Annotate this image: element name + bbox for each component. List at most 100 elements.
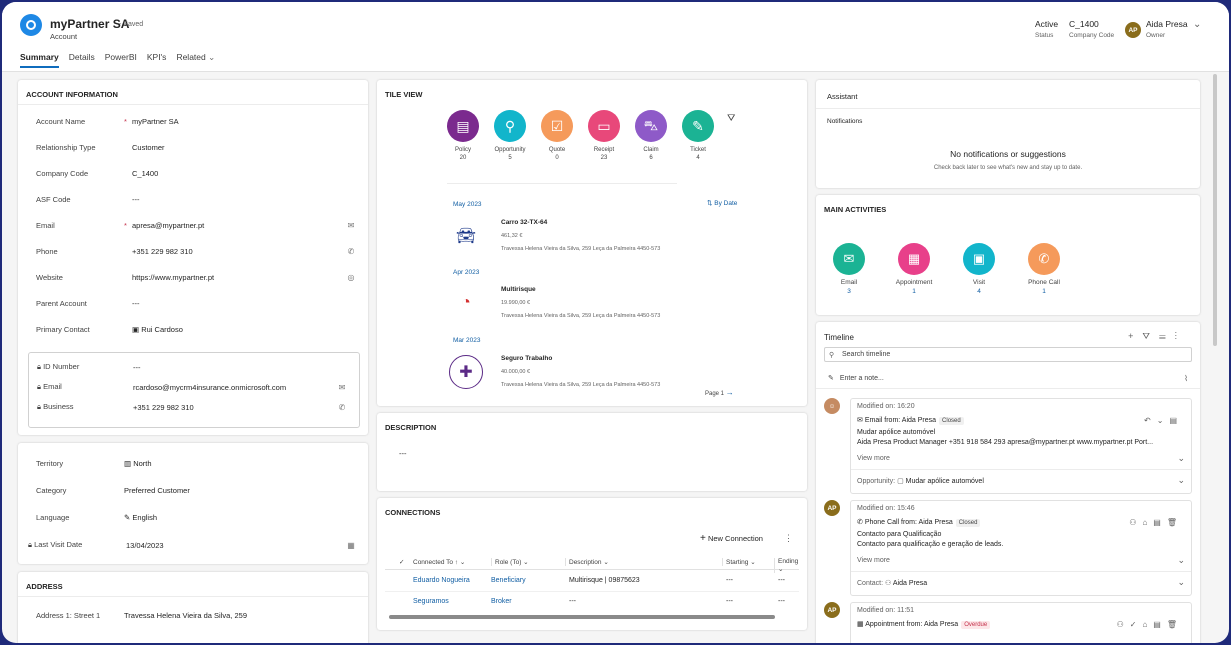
phone-call-icon[interactable]: ✆ xyxy=(335,403,349,412)
delete-icon[interactable]: 🗑︎ xyxy=(1167,620,1183,629)
timeline-entry-appointment[interactable]: AP Modified on: 11:51 ▦ Appointment from… xyxy=(824,602,1192,643)
expand-header-chevron-icon[interactable]: ⌄ xyxy=(1193,19,1201,30)
tab-summary[interactable]: Summary xyxy=(20,52,59,68)
chevron-down-icon[interactable]: ⌄ xyxy=(1177,475,1185,486)
column-connected-to[interactable]: Connected To ↑ ⌄ xyxy=(413,558,465,566)
language-link[interactable]: ✎ English xyxy=(124,513,358,522)
field-value[interactable]: 13/04/2023 xyxy=(126,541,344,550)
timeline-card[interactable]: Modified on: 11:51 ▦ Appointment from: A… xyxy=(850,602,1192,643)
assign-icon[interactable]: ⚇ xyxy=(1117,620,1130,629)
open-record-icon[interactable]: ▤ xyxy=(1153,620,1167,629)
send-email-icon[interactable]: ✉ xyxy=(335,383,349,392)
field-language[interactable]: Language ✎ English xyxy=(36,510,358,524)
activity-appointment[interactable]: ▦ Appointment 1 xyxy=(890,243,938,295)
connected-to-link[interactable]: Seguramos xyxy=(413,598,449,605)
activity-visit[interactable]: ▣ Visit 4 xyxy=(955,243,1003,295)
view-more-link[interactable]: View more xyxy=(857,455,890,462)
field-website[interactable]: Website https://www.mypartner.pt ◎ xyxy=(36,270,358,284)
next-page-arrow-icon[interactable]: → xyxy=(726,388,734,397)
tile-policy[interactable]: ▤ Policy 20 xyxy=(443,110,483,161)
field-value[interactable]: --- xyxy=(132,195,358,204)
field-parent-account[interactable]: Parent Account --- xyxy=(36,296,358,310)
activity-email[interactable]: ✉ Email 3 xyxy=(825,243,873,295)
field-value[interactable]: Preferred Customer xyxy=(124,486,358,495)
sort-by-date-button[interactable]: ⇅ By Date xyxy=(707,199,737,207)
complete-check-icon[interactable]: ✓ xyxy=(1130,620,1143,629)
tile-opportunity[interactable]: ⚲ Opportunity 5 xyxy=(490,110,530,161)
table-row[interactable]: Seguramos Broker --- --- --- xyxy=(385,593,799,613)
primary-contact-link[interactable]: ▣ Rui Cardoso xyxy=(132,325,358,334)
activity-phone-call[interactable]: ✆ Phone Call 1 xyxy=(1020,243,1068,295)
field-street-1[interactable]: Address 1: Street 1 Travessa Helena Vieir… xyxy=(36,608,358,622)
owner-avatar[interactable]: AP xyxy=(1125,22,1141,38)
open-record-icon[interactable]: ▤ xyxy=(1153,518,1167,527)
tile-claim[interactable]: ⛍ Claim 6 xyxy=(631,110,671,161)
tab-related[interactable]: Related ⌄ xyxy=(176,52,215,68)
field-relationship-type[interactable]: Relationship Type Customer xyxy=(36,140,358,154)
tab-details[interactable]: Details xyxy=(69,52,95,68)
view-more-link[interactable]: View more xyxy=(857,557,890,564)
field-primary-contact[interactable]: Primary Contact ▣ Rui Cardoso xyxy=(36,322,358,336)
field-value[interactable]: apresa@mypartner.pt xyxy=(132,221,344,230)
tab-kpis[interactable]: KPI's xyxy=(147,52,167,68)
horizontal-scrollbar[interactable] xyxy=(389,615,775,619)
more-options-icon[interactable]: ⋮ xyxy=(1175,331,1186,341)
timeline-entry-phone-call[interactable]: AP Modified on: 15:46 ✆ Phone Call from:… xyxy=(824,500,1192,596)
calendar-icon[interactable]: ▦ xyxy=(344,541,358,550)
tile-ticket[interactable]: ✎ Ticket 4 xyxy=(678,110,718,161)
new-connection-button[interactable]: + New Connection xyxy=(700,533,763,544)
filter-icon[interactable]: ⛛ xyxy=(1142,331,1159,341)
queue-icon[interactable]: ⌂ xyxy=(1142,518,1153,527)
chevron-down-icon[interactable]: ⌄ xyxy=(1177,577,1185,588)
role-link[interactable]: Beneficiary xyxy=(491,577,526,584)
role-link[interactable]: Broker xyxy=(491,598,512,605)
search-timeline-input[interactable]: ⚲ Search timeline xyxy=(824,347,1192,362)
field-company-code[interactable]: Company Code C_1400 xyxy=(36,166,358,180)
field-last-visit-date[interactable]: 🔒︎ Last Visit Date 13/04/2023 ▦ xyxy=(28,538,358,552)
description-value[interactable]: --- xyxy=(399,449,407,458)
select-all-checkmark-icon[interactable]: ✓ xyxy=(399,558,404,566)
field-value[interactable]: Customer xyxy=(132,143,358,152)
add-icon[interactable]: + xyxy=(1128,331,1142,341)
timeline-card[interactable]: Modified on: 15:46 ✆ Phone Call from: Ai… xyxy=(850,500,1192,596)
timeline-card[interactable]: Modified on: 16:20 ✉ Email from: Aida Pr… xyxy=(850,398,1192,494)
tile-receipt[interactable]: ▭ Receipt 23 xyxy=(584,110,624,161)
table-row[interactable]: Eduardo Nogueira Beneficiary Multirisque… xyxy=(385,572,799,592)
more-options-icon[interactable]: ⋮ xyxy=(784,533,793,544)
tile-quote[interactable]: ☑ Quote 0 xyxy=(537,110,577,161)
attachment-icon[interactable]: ⌇ xyxy=(1184,374,1188,383)
connected-to-link[interactable]: Eduardo Nogueira xyxy=(413,577,470,584)
related-value-link[interactable]: Mudar apólice automóvel xyxy=(906,478,984,485)
chevron-down-icon[interactable]: ⌄ xyxy=(1157,416,1170,425)
list-view-icon[interactable]: ☰ xyxy=(1159,331,1175,341)
filter-icon[interactable]: ⛛ xyxy=(727,113,735,124)
send-email-icon[interactable]: ✉ xyxy=(344,221,358,230)
assign-icon[interactable]: ⚇ xyxy=(1129,518,1142,527)
owner-name-link[interactable]: Aida Presa xyxy=(1146,19,1188,29)
related-value-link[interactable]: Aida Presa xyxy=(893,580,927,587)
field-value[interactable]: +351 229 982 310 xyxy=(132,247,344,256)
expand-chevron-icon[interactable]: ⌄ xyxy=(1177,453,1185,464)
globe-icon[interactable]: ◎ xyxy=(344,273,358,282)
field-asf-code[interactable]: ASF Code --- xyxy=(36,192,358,206)
expand-chevron-icon[interactable]: ⌄ xyxy=(1177,555,1185,566)
note-input[interactable]: ✎ Enter a note... xyxy=(828,374,884,382)
field-value[interactable]: myPartner SA xyxy=(132,117,358,126)
field-category[interactable]: Category Preferred Customer xyxy=(36,483,358,497)
page-scrollbar[interactable] xyxy=(1213,74,1217,346)
field-value[interactable]: https://www.mypartner.pt xyxy=(132,273,344,282)
delete-icon[interactable]: 🗑︎ xyxy=(1167,518,1183,527)
field-territory[interactable]: Territory ▥ North xyxy=(36,456,358,470)
field-email[interactable]: Email * apresa@mypartner.pt ✉ xyxy=(36,218,358,232)
tab-powerbi[interactable]: PowerBI xyxy=(105,52,137,68)
column-description[interactable]: Description ⌄ xyxy=(565,558,609,566)
field-account-name[interactable]: Account Name * myPartner SA xyxy=(36,114,358,128)
column-starting[interactable]: Starting ⌄ xyxy=(722,558,756,566)
column-role[interactable]: Role (To) ⌄ xyxy=(491,558,529,566)
phone-call-icon[interactable]: ✆ xyxy=(344,247,358,256)
field-phone[interactable]: Phone +351 229 982 310 ✆ xyxy=(36,244,358,258)
field-value[interactable]: --- xyxy=(132,299,358,308)
field-value[interactable]: C_1400 xyxy=(132,169,358,178)
timeline-entry-email[interactable]: ☺ Modified on: 16:20 ✉ Email from: Aida … xyxy=(824,398,1192,494)
territory-link[interactable]: ▥ North xyxy=(124,459,358,468)
